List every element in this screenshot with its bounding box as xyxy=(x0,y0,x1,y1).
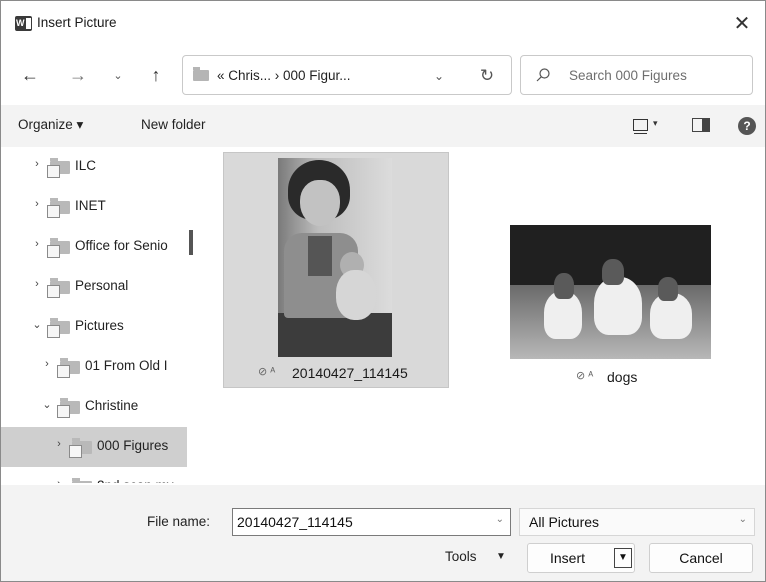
chevron-right-icon[interactable]: › xyxy=(31,238,43,250)
tree-item-label: Christine xyxy=(85,398,139,413)
chevron-right-icon[interactable]: › xyxy=(31,198,43,210)
search-icon xyxy=(536,68,550,82)
chevron-down-icon[interactable]: ⌄ xyxy=(739,514,747,525)
tree-item-label: Personal xyxy=(75,278,129,293)
chevron-right-icon[interactable]: › xyxy=(53,438,65,450)
preview-pane-icon[interactable] xyxy=(692,118,710,132)
recent-locations-chevron-icon[interactable]: ⌄ xyxy=(109,61,127,89)
tree-item[interactable]: › ILC xyxy=(1,147,187,187)
file-name-value[interactable]: 20140427_114145 xyxy=(237,514,353,530)
tree-item-label: ILC xyxy=(75,158,97,173)
chevron-right-icon[interactable]: › xyxy=(41,358,53,370)
insert-button-label[interactable]: Insert xyxy=(550,550,585,566)
tree-item-label: 01 From Old I xyxy=(85,358,168,373)
sync-status-icon: ⊘ ᴬ xyxy=(258,366,276,378)
shared-folder-icon xyxy=(47,158,70,178)
word-app-icon: W xyxy=(15,16,32,31)
tree-item[interactable]: › 000 Figures xyxy=(1,427,187,467)
folder-icon xyxy=(193,67,209,81)
sync-status-icon: ⊘ ᴬ xyxy=(576,370,594,382)
file-name-label: 20140427_114145 xyxy=(292,365,408,381)
search-input[interactable]: Search 000 Figures xyxy=(569,68,687,83)
shared-folder-icon xyxy=(47,318,70,338)
tree-item[interactable]: › INET xyxy=(1,187,187,227)
shared-folder-icon xyxy=(47,238,70,258)
file-name-label: File name: xyxy=(147,514,211,529)
organize-menu-button[interactable]: Organize ▾ xyxy=(18,117,83,133)
tree-item-label: 2nd scan my xyxy=(97,478,174,483)
shared-folder-icon xyxy=(47,198,70,218)
refresh-icon[interactable]: ↻ xyxy=(475,64,499,88)
chevron-down-icon[interactable]: ⌄ xyxy=(41,398,53,411)
thumbnail-photo-woman-with-baby xyxy=(278,158,392,357)
insert-picture-dialog: W Insert Picture ✕ ← → ⌄ ↑ « Chris... › … xyxy=(0,0,766,582)
forward-arrow-icon[interactable]: → xyxy=(65,61,91,89)
tree-item-label: Office for Senio xyxy=(75,238,168,253)
tree-item-label: Pictures xyxy=(75,318,124,333)
shared-folder-icon xyxy=(57,358,80,378)
insert-button[interactable]: Insert ▼ xyxy=(527,543,635,573)
back-arrow-icon[interactable]: ← xyxy=(17,61,43,89)
view-caret-icon: ▾ xyxy=(653,118,658,128)
title-bar: W Insert Picture ✕ xyxy=(1,1,765,45)
file-type-filter[interactable]: All Pictures ⌄ xyxy=(519,508,755,536)
chevron-down-icon[interactable]: ⌄ xyxy=(496,514,504,525)
tree-item[interactable]: › 01 From Old I xyxy=(1,347,187,387)
tree-scrollbar-thumb[interactable] xyxy=(189,230,193,255)
navigation-bar: ← → ⌄ ↑ « Chris... › 000 Figur... ⌄ ↻ Se… xyxy=(1,47,765,103)
address-bar[interactable]: « Chris... › 000 Figur... ⌄ ↻ xyxy=(182,55,512,95)
change-view-button[interactable]: ▾ xyxy=(629,114,665,138)
help-icon[interactable]: ? xyxy=(738,117,756,135)
tree-item[interactable]: › Office for Senio xyxy=(1,227,187,267)
file-list: ⊘ ᴬ 20140427_114145 ⊘ ᴬ dogs xyxy=(203,147,765,483)
dialog-title: Insert Picture xyxy=(37,15,117,30)
tree-item[interactable]: ⌄ Pictures xyxy=(1,307,187,347)
cancel-button[interactable]: Cancel xyxy=(649,543,753,573)
shared-folder-icon xyxy=(69,438,92,458)
dialog-footer: File name: 20140427_114145 ⌄ All Picture… xyxy=(1,485,765,581)
shared-folder-icon xyxy=(57,398,80,418)
insert-options-dropdown[interactable]: ▼ xyxy=(614,548,632,568)
file-tile-dogs[interactable]: ⊘ ᴬ dogs xyxy=(455,147,755,397)
chevron-down-icon[interactable]: ⌄ xyxy=(31,318,43,331)
file-tile-20140427[interactable]: ⊘ ᴬ 20140427_114145 xyxy=(223,152,449,388)
tree-item[interactable]: › 2nd scan my xyxy=(1,467,187,483)
view-icon xyxy=(633,119,648,134)
shared-folder-icon xyxy=(47,278,70,298)
search-box[interactable]: Search 000 Figures xyxy=(520,55,753,95)
navigation-pane: › ILC › INET › Office for Senio › Personal ⌄ Pict… xyxy=(1,147,203,483)
tree-item[interactable]: › Personal xyxy=(1,267,187,307)
file-name-label: dogs xyxy=(607,369,638,385)
shared-folder-icon xyxy=(72,478,92,483)
up-arrow-icon[interactable]: ↑ xyxy=(143,61,169,89)
thumbnail-photo-dogs xyxy=(510,225,711,359)
tree-item-label: INET xyxy=(75,198,106,213)
chevron-right-icon[interactable]: › xyxy=(53,478,65,483)
chevron-right-icon[interactable]: › xyxy=(31,158,43,170)
tree-item[interactable]: ⌄ Christine xyxy=(1,387,187,427)
new-folder-button[interactable]: New folder xyxy=(141,117,206,132)
chevron-right-icon[interactable]: › xyxy=(31,278,43,290)
tree-item-label: 000 Figures xyxy=(97,438,169,453)
address-dropdown-chevron-icon[interactable]: ⌄ xyxy=(429,66,449,86)
command-bar: Organize ▾ New folder ▾ ? xyxy=(1,105,765,147)
tree-scrollbar[interactable] xyxy=(187,147,203,483)
close-button[interactable]: ✕ xyxy=(719,1,765,45)
address-breadcrumb[interactable]: « Chris... › 000 Figur... xyxy=(217,68,351,83)
tools-caret-icon[interactable]: ▼ xyxy=(496,551,506,562)
file-type-value[interactable]: All Pictures xyxy=(529,514,599,530)
tools-menu-button[interactable]: Tools xyxy=(445,549,477,564)
file-name-input[interactable]: 20140427_114145 ⌄ xyxy=(232,508,511,536)
